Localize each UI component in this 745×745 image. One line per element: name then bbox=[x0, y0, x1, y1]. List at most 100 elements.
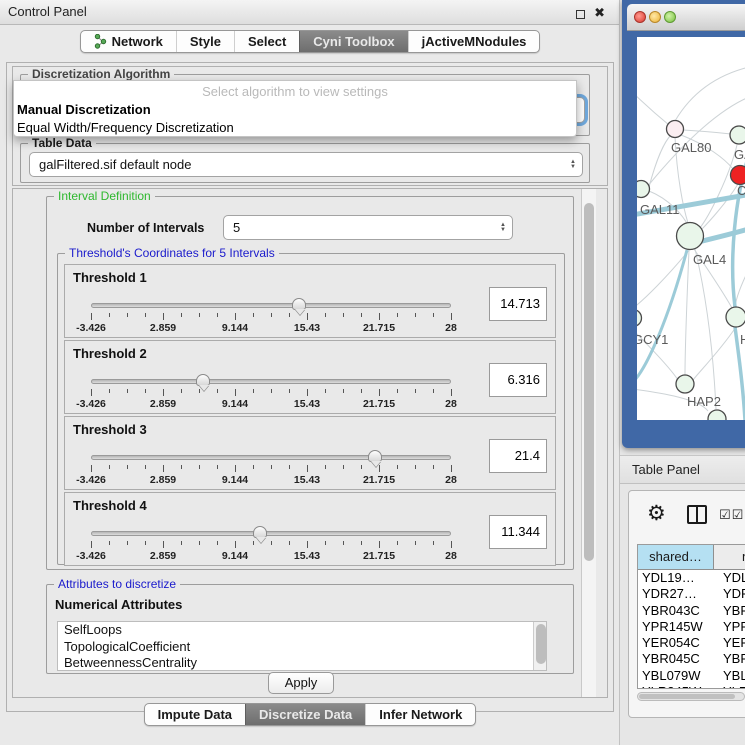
slider-scale-label: 2.859 bbox=[150, 322, 176, 334]
gear-icon[interactable]: ⚙ bbox=[647, 501, 666, 526]
slider-tick bbox=[253, 389, 254, 393]
slider-tick bbox=[235, 541, 236, 548]
numerical-attributes-list[interactable]: SelfLoops TopologicalCoefficient Between… bbox=[57, 621, 547, 671]
slider-tick bbox=[163, 389, 164, 396]
algorithm-option-equal-width[interactable]: Equal Width/Frequency Discretization bbox=[14, 119, 576, 137]
list-scrollbar[interactable] bbox=[533, 622, 546, 670]
slider-tick bbox=[307, 541, 308, 548]
number-of-intervals-select[interactable]: 5 ▲▼ bbox=[223, 215, 513, 240]
tab-select[interactable]: Select bbox=[234, 31, 299, 52]
network-node-selected[interactable] bbox=[731, 166, 745, 185]
table-row[interactable]: YER054CYER0 bbox=[638, 635, 745, 651]
control-panel-window: Control Panel ✖ Network Style Select Cyn… bbox=[0, 0, 620, 745]
node-attribute-table[interactable]: shared… n YDL19…YDL1 YDR27…YDR2 YBR043CY… bbox=[637, 544, 745, 689]
slider-tick bbox=[181, 541, 182, 545]
network-view-window[interactable]: GAL80 GA C GAL11 GAL4 GCY1 H HAP2 bbox=[622, 0, 745, 448]
table-data-select[interactable]: galFiltered.sif default node ▲▼ bbox=[29, 152, 583, 177]
thresholds-group-title: Threshold's Coordinates for 5 Intervals bbox=[65, 246, 279, 260]
threshold-4-slider[interactable] bbox=[91, 531, 451, 536]
slider-scale-label: 21.715 bbox=[363, 398, 395, 410]
node-label: HAP2 bbox=[687, 394, 721, 409]
slider-tick bbox=[289, 313, 290, 317]
slider-tick bbox=[451, 541, 452, 548]
slider-scale-label: 21.715 bbox=[363, 550, 395, 562]
table-row[interactable]: YBL079WYBL0 bbox=[638, 668, 745, 684]
table-row[interactable]: YPR145WYPR1 bbox=[638, 619, 745, 635]
table-row[interactable]: YBR043CYBR0 bbox=[638, 603, 745, 619]
threshold-1-value-field[interactable]: 14.713 bbox=[489, 287, 547, 321]
slider-tick bbox=[235, 465, 236, 472]
network-node[interactable] bbox=[708, 410, 726, 420]
slider-thumb[interactable] bbox=[253, 526, 267, 538]
network-node[interactable] bbox=[667, 121, 684, 138]
slider-thumb[interactable] bbox=[368, 450, 382, 462]
tab-jactivemnodules[interactable]: jActiveMNodules bbox=[408, 31, 540, 52]
network-window-titlebar[interactable] bbox=[627, 4, 745, 31]
network-node[interactable] bbox=[677, 223, 704, 250]
settings-vertical-scrollbar[interactable] bbox=[581, 189, 596, 697]
network-node[interactable] bbox=[726, 307, 745, 327]
threshold-2-slider[interactable] bbox=[91, 379, 451, 384]
slider-scale-label: 15.43 bbox=[294, 322, 320, 334]
slider-tick bbox=[199, 465, 200, 469]
tab-cyni-toolbox[interactable]: Cyni Toolbox bbox=[299, 31, 407, 52]
network-node[interactable] bbox=[676, 375, 694, 393]
float-window-icon[interactable] bbox=[576, 10, 585, 19]
slider-tick bbox=[127, 465, 128, 469]
scrollbar-thumb[interactable] bbox=[584, 203, 594, 561]
column-header-name[interactable]: n bbox=[714, 545, 745, 569]
slider-thumb[interactable] bbox=[196, 374, 210, 386]
slider-scale: -3.4262.8599.14415.4321.71528 bbox=[91, 463, 451, 487]
table-data-group-title: Table Data bbox=[28, 136, 96, 150]
columns-icon[interactable] bbox=[687, 505, 707, 524]
threshold-2-value-field[interactable]: 6.316 bbox=[489, 363, 547, 397]
apply-button[interactable]: Apply bbox=[268, 672, 334, 694]
threshold-4-value-field[interactable]: 11.344 bbox=[489, 515, 547, 549]
table-row[interactable]: YLR345WYLR3 bbox=[638, 684, 745, 689]
algorithm-option-manual[interactable]: Manual Discretization bbox=[14, 101, 576, 119]
network-node[interactable] bbox=[730, 126, 745, 144]
slider-tick bbox=[451, 389, 452, 396]
list-item[interactable]: TopologicalCoefficient bbox=[58, 639, 546, 656]
table-row[interactable]: YDL19…YDL1 bbox=[638, 570, 745, 586]
checkbox-icons[interactable]: ☑☑ bbox=[719, 507, 744, 523]
slider-tick bbox=[415, 389, 416, 393]
slider-tick bbox=[343, 541, 344, 545]
slider-tick bbox=[433, 389, 434, 393]
algorithm-dropdown-prompt: Select algorithm to view settings bbox=[14, 81, 576, 101]
tab-style[interactable]: Style bbox=[176, 31, 234, 52]
close-icon[interactable]: ✖ bbox=[594, 5, 605, 20]
number-of-intervals-label: Number of Intervals bbox=[87, 221, 204, 235]
tab-infer-network[interactable]: Infer Network bbox=[365, 704, 475, 725]
network-node[interactable] bbox=[637, 181, 650, 198]
column-header-shared-name[interactable]: shared… bbox=[638, 545, 714, 569]
list-item[interactable]: BetweennessCentrality bbox=[58, 655, 546, 671]
slider-tick bbox=[109, 465, 110, 469]
tab-impute-data[interactable]: Impute Data bbox=[145, 704, 245, 725]
slider-tick bbox=[415, 541, 416, 545]
slider-tick bbox=[397, 389, 398, 393]
network-canvas[interactable]: GAL80 GA C GAL11 GAL4 GCY1 H HAP2 bbox=[637, 37, 745, 420]
slider-thumb[interactable] bbox=[292, 298, 306, 310]
slider-tick bbox=[397, 313, 398, 317]
table-row[interactable]: YDR27…YDR2 bbox=[638, 586, 745, 602]
slider-tick bbox=[271, 465, 272, 469]
table-row[interactable]: YBR045CYBR0 bbox=[638, 651, 745, 667]
close-traffic-light-icon[interactable] bbox=[634, 11, 646, 23]
tab-discretize-data[interactable]: Discretize Data bbox=[245, 704, 365, 725]
threshold-1-slider[interactable] bbox=[91, 303, 451, 308]
network-node[interactable] bbox=[637, 310, 642, 327]
tab-network[interactable]: Network bbox=[81, 31, 176, 52]
threshold-3-value-field[interactable]: 21.4 bbox=[489, 439, 547, 473]
node-label: GAL11 bbox=[640, 202, 680, 217]
slider-scale: -3.4262.8599.14415.4321.71528 bbox=[91, 539, 451, 563]
slider-tick bbox=[361, 465, 362, 469]
list-item[interactable]: SelfLoops bbox=[58, 622, 546, 639]
table-horizontal-scrollbar[interactable] bbox=[637, 692, 745, 701]
threshold-3-slider[interactable] bbox=[91, 455, 451, 460]
table-data-group: Table Data galFiltered.sif default node … bbox=[20, 143, 590, 183]
slider-scale-label: 9.144 bbox=[222, 322, 248, 334]
zoom-traffic-light-icon[interactable] bbox=[664, 11, 676, 23]
minimize-traffic-light-icon[interactable] bbox=[649, 11, 661, 23]
slider-tick bbox=[415, 465, 416, 469]
